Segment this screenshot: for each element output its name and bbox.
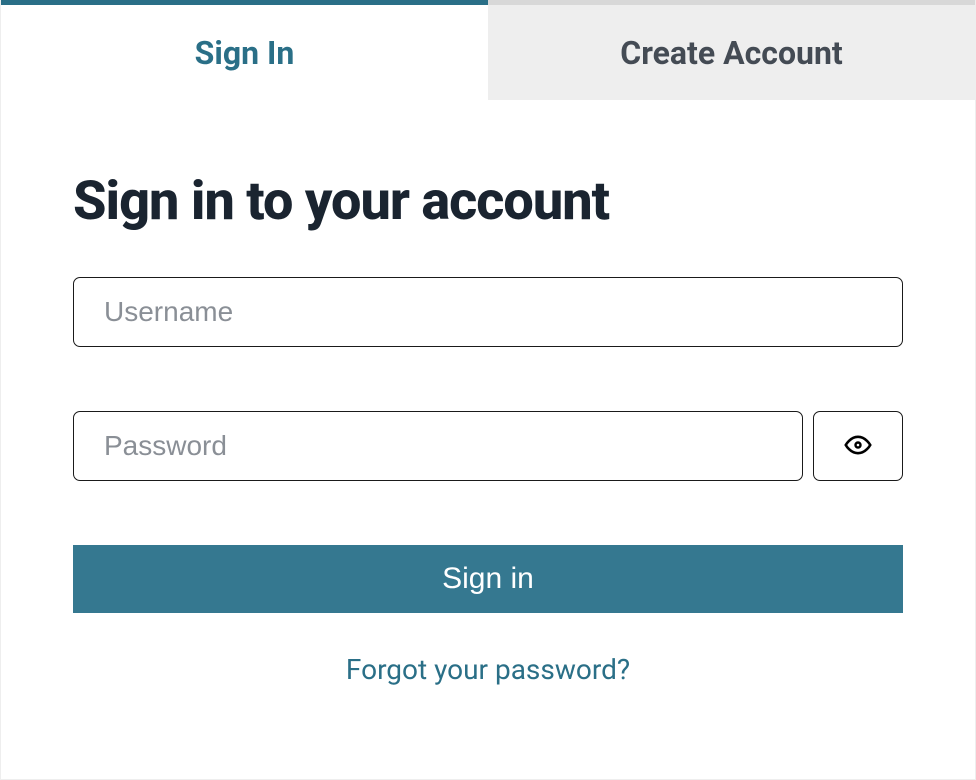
toggle-password-visibility-button[interactable] xyxy=(813,411,903,481)
eye-icon xyxy=(844,431,872,462)
signin-button-label: Sign in xyxy=(442,562,534,596)
username-row xyxy=(73,277,903,347)
tab-signin-label: Sign In xyxy=(195,34,295,72)
password-input[interactable] xyxy=(73,411,803,481)
username-input[interactable] xyxy=(73,277,903,347)
tab-signin[interactable]: Sign In xyxy=(1,0,488,100)
signin-button[interactable]: Sign in xyxy=(73,545,903,613)
password-row xyxy=(73,411,903,481)
forgot-password-link[interactable]: Forgot your password? xyxy=(73,653,903,686)
tab-bar: Sign In Create Account xyxy=(1,0,975,100)
page-title: Sign in to your account xyxy=(73,170,903,233)
tab-create-label: Create Account xyxy=(620,34,842,72)
auth-panel: Sign In Create Account Sign in to your a… xyxy=(0,0,976,780)
tab-create-account[interactable]: Create Account xyxy=(488,0,975,100)
password-wrap xyxy=(73,411,903,481)
signin-form: Sign in to your account S xyxy=(1,100,975,726)
